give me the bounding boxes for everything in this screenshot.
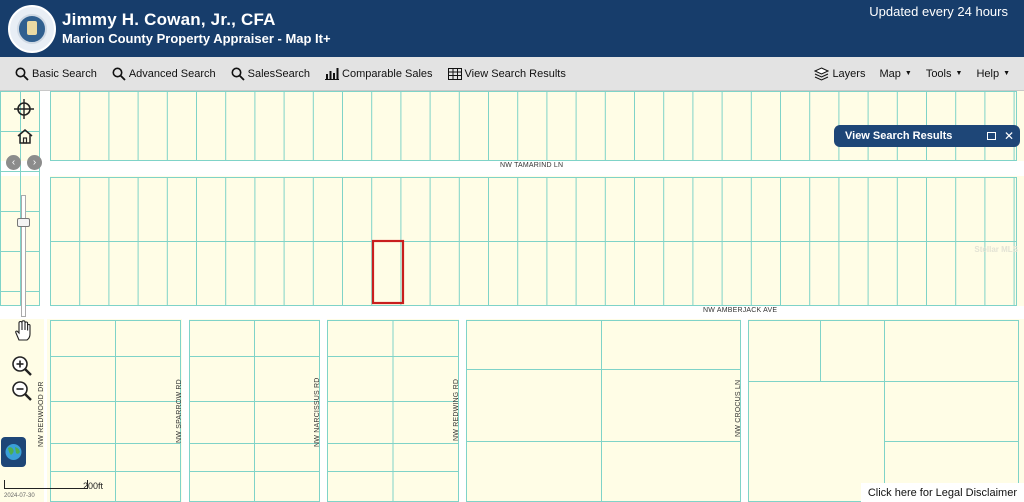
lot-lines bbox=[0, 91, 1019, 502]
tools-menu[interactable]: Tools ▼ bbox=[926, 68, 963, 80]
road-west-frontage bbox=[40, 91, 50, 306]
search-results-panel[interactable]: View Search Results ✕ bbox=[834, 125, 1020, 147]
view-search-results-button[interactable]: View Search Results bbox=[447, 67, 566, 80]
road-amberjack bbox=[0, 306, 1024, 319]
pan-hand-tool[interactable] bbox=[12, 320, 34, 342]
close-icon[interactable]: ✕ bbox=[1004, 130, 1014, 142]
map-date-stamp: 2024-07-30 bbox=[4, 493, 35, 499]
caret-down-icon: ▼ bbox=[904, 70, 912, 77]
help-menu[interactable]: Help ▼ bbox=[976, 68, 1010, 80]
road-label-sparrow: NW SPARROW RD bbox=[176, 379, 183, 443]
parcel-map-canvas bbox=[0, 91, 1024, 502]
pan-left-button[interactable]: ‹ bbox=[6, 155, 21, 170]
caret-down-icon: ▼ bbox=[955, 70, 963, 77]
basic-search-label: Basic Search bbox=[32, 67, 97, 80]
zoom-out-icon bbox=[12, 381, 32, 401]
search-icon bbox=[231, 67, 245, 81]
basemap-globe-button[interactable] bbox=[1, 437, 26, 467]
road-label-redwing: NW REDWING RD bbox=[453, 378, 460, 441]
road-sparrow bbox=[182, 319, 189, 502]
block-outlines bbox=[0, 91, 1019, 502]
hand-icon bbox=[15, 320, 31, 341]
zoom-out-button[interactable] bbox=[11, 380, 33, 402]
road-label-redwood: NW REDWOOD DR bbox=[38, 381, 45, 447]
sales-search-button[interactable]: SalesSearch bbox=[231, 67, 310, 81]
locate-crosshair-button[interactable] bbox=[14, 99, 34, 119]
zoom-in-icon bbox=[12, 356, 32, 376]
home-icon bbox=[17, 128, 33, 144]
sales-search-label: SalesSearch bbox=[247, 67, 311, 80]
crosshair-icon bbox=[14, 99, 34, 119]
help-menu-label: Help bbox=[976, 67, 1000, 80]
app-subtitle: Marion County Property Appraiser - Map I… bbox=[62, 31, 331, 46]
road-label-crocus: NW CROCUS LN bbox=[735, 379, 742, 437]
county-seal-logo bbox=[8, 5, 56, 53]
selected-parcel-outline[interactable] bbox=[371, 239, 405, 305]
zoom-slider-track[interactable] bbox=[21, 195, 26, 317]
layers-button[interactable]: Layers bbox=[814, 66, 866, 81]
chevron-right-icon: › bbox=[32, 157, 37, 168]
bar-chart-icon bbox=[325, 67, 340, 80]
basic-search-button[interactable]: Basic Search bbox=[15, 67, 97, 81]
layers-label: Layers bbox=[832, 67, 866, 80]
scale-bar bbox=[4, 480, 88, 489]
app-header: Jimmy H. Cowan, Jr., CFA Marion County P… bbox=[0, 0, 1024, 57]
zoom-slider-thumb[interactable] bbox=[17, 218, 30, 227]
map-menu-label: Map bbox=[879, 67, 901, 80]
layers-icon bbox=[814, 66, 830, 81]
road-redwing bbox=[459, 319, 466, 502]
search-icon bbox=[15, 67, 29, 81]
road-label-tamarind: NW TAMARIND LN bbox=[500, 162, 564, 169]
advanced-search-button[interactable]: Advanced Search bbox=[112, 67, 216, 81]
caret-down-icon: ▼ bbox=[1003, 70, 1010, 77]
road-label-amberjack: NW AMBERJACK AVE bbox=[703, 307, 778, 314]
comparable-sales-button[interactable]: Comparable Sales bbox=[325, 67, 433, 80]
maximize-icon[interactable] bbox=[986, 132, 996, 140]
zoom-in-button[interactable] bbox=[11, 355, 33, 377]
map-menu[interactable]: Map ▼ bbox=[879, 68, 911, 80]
tools-menu-label: Tools bbox=[925, 67, 952, 80]
globe-icon bbox=[5, 444, 22, 460]
chevron-left-icon: ‹ bbox=[11, 157, 16, 168]
mls-watermark: Stellar MLS bbox=[974, 245, 1018, 254]
advanced-search-label: Advanced Search bbox=[128, 67, 216, 80]
scale-label: 200ft bbox=[83, 481, 104, 491]
search-icon bbox=[112, 67, 126, 81]
legal-disclaimer-link[interactable]: Click here for Legal Disclaimer bbox=[860, 483, 1024, 502]
comparable-sales-label: Comparable Sales bbox=[342, 67, 433, 80]
appraiser-name: Jimmy H. Cowan, Jr., CFA bbox=[62, 10, 276, 29]
home-extent-button[interactable] bbox=[16, 127, 34, 145]
road-narcissus bbox=[320, 319, 327, 502]
parcel-map[interactable]: NW TAMARIND LN NW AMBERJACK AVE NW REDWO… bbox=[0, 91, 1024, 502]
road-crocus bbox=[741, 319, 748, 502]
search-results-panel-title: View Search Results bbox=[845, 130, 953, 142]
view-search-results-label: View Search Results bbox=[464, 67, 566, 80]
table-icon bbox=[447, 67, 462, 80]
road-label-narcissus: NW NARCISSUS RD bbox=[314, 377, 321, 447]
pan-right-button[interactable]: › bbox=[27, 155, 42, 170]
update-note: Updated every 24 hours bbox=[869, 4, 1008, 19]
main-toolbar: Basic Search Advanced Search SalesSearch… bbox=[0, 57, 1024, 91]
